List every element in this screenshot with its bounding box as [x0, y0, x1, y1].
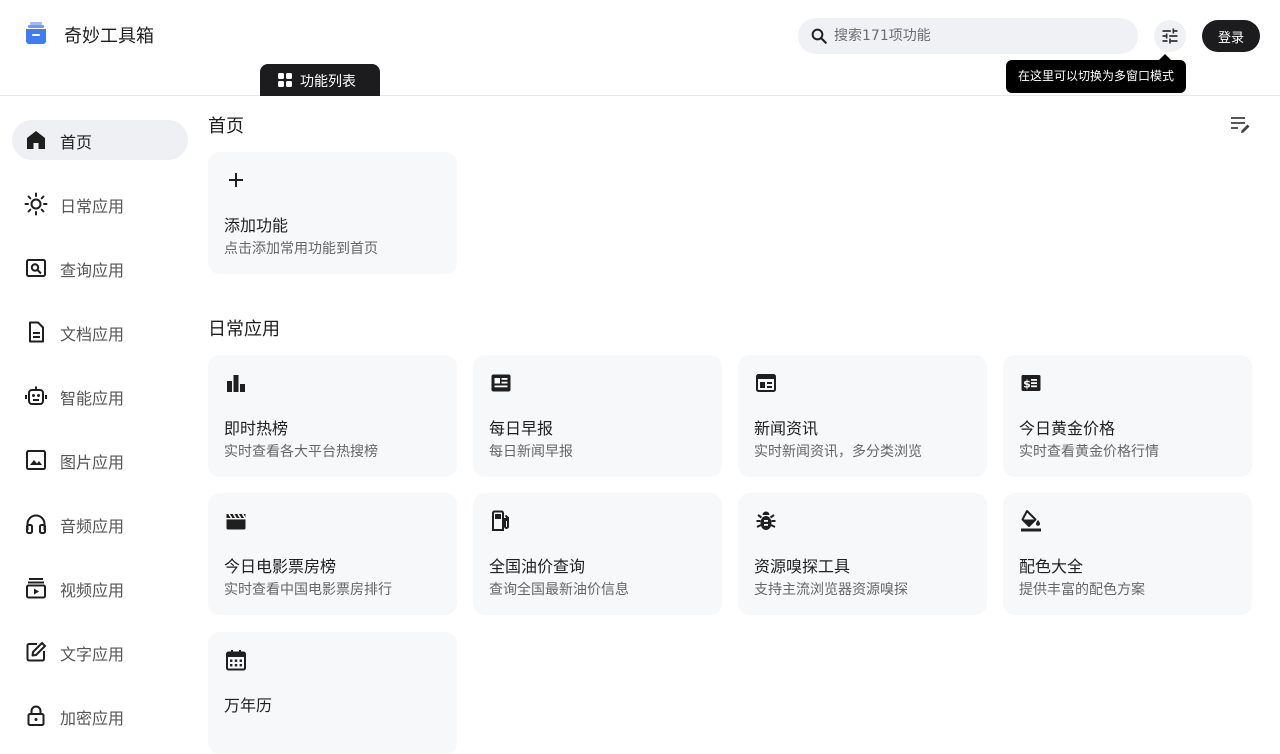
- card-desc: 查询全国最新油价信息: [489, 582, 629, 598]
- sidebar-item-image[interactable]: 图片应用: [12, 440, 188, 480]
- card-desc: 实时查看黄金价格行情: [1019, 444, 1159, 460]
- card-oil-price[interactable]: 全国油价查询 查询全国最新油价信息: [473, 493, 722, 615]
- document-icon: [29, 321, 44, 343]
- edit-list-icon[interactable]: [1228, 112, 1252, 136]
- top-header: 奇妙工具箱 登录 在这里可以切换为多窗口模式 功能列表: [0, 0, 1280, 96]
- login-button[interactable]: 登录: [1202, 20, 1260, 52]
- sidebar-item-label: 视频应用: [60, 581, 125, 600]
- card-title: 全国油价查询: [489, 557, 586, 576]
- sidebar-item-label: 智能应用: [60, 389, 125, 408]
- card-title: 今日电影票房榜: [224, 557, 337, 576]
- calendar-icon: [226, 650, 246, 671]
- sidebar-item-label: 首页: [60, 133, 93, 152]
- paint-bucket-icon: [1021, 510, 1041, 532]
- multi-window-toggle-button[interactable]: [1154, 20, 1186, 52]
- sun-icon: [24, 192, 48, 216]
- card-title: 资源嗅探工具: [754, 557, 851, 576]
- card-calendar[interactable]: 万年历: [208, 632, 457, 754]
- search-document-icon: [26, 259, 46, 277]
- bar-chart-icon: [227, 375, 245, 392]
- sidebar-item-ai[interactable]: 智能应用: [12, 376, 188, 416]
- robot-icon: [25, 386, 47, 405]
- card-morning-news[interactable]: 每日早报 每日新闻早报: [473, 355, 722, 477]
- card-resource-sniffer[interactable]: 资源嗅探工具 支持主流浏览器资源嗅探: [738, 493, 987, 615]
- grid-icon: [278, 73, 292, 87]
- card-color-palette[interactable]: 配色大全 提供丰富的配色方案: [1003, 493, 1252, 615]
- plus-icon: [229, 173, 243, 187]
- card-gold-price[interactable]: $ 今日黄金价格 实时查看黄金价格行情: [1003, 355, 1252, 477]
- gas-station-icon: [492, 510, 509, 531]
- app-logo-icon: [26, 22, 46, 44]
- image-icon: [26, 450, 46, 470]
- card-title: 添加功能: [224, 216, 289, 235]
- sidebar-item-document[interactable]: 文档应用: [12, 312, 188, 352]
- web-news-icon: [756, 374, 776, 392]
- sidebar-item-label: 音频应用: [60, 517, 125, 536]
- card-title: 即时热榜: [224, 419, 289, 438]
- edit-icon: [26, 642, 46, 662]
- card-title: 新闻资讯: [754, 419, 819, 438]
- search-input[interactable]: [834, 18, 1124, 54]
- sidebar-item-crypto[interactable]: 加密应用: [12, 696, 188, 736]
- newspaper-icon: [491, 374, 511, 392]
- card-title: 配色大全: [1019, 557, 1084, 576]
- sidebar: 首页 日常应用 查询应用 文档应用 智能应用 图片应用 音频应用 视频应用 文字…: [0, 96, 200, 728]
- main-content: 首页 添加功能 点击添加常用功能到首页 日常应用 即时热榜 实时查看各大平台热搜…: [200, 96, 1280, 754]
- money-icon: $: [1021, 375, 1041, 391]
- card-desc: 提供丰富的配色方案: [1019, 582, 1145, 598]
- card-desc: 每日新闻早报: [489, 444, 573, 460]
- sidebar-item-audio[interactable]: 音频应用: [12, 504, 188, 544]
- card-desc: 实时查看中国电影票房排行: [224, 582, 392, 598]
- add-function-card[interactable]: 添加功能 点击添加常用功能到首页: [208, 152, 457, 274]
- card-desc: 支持主流浏览器资源嗅探: [754, 582, 908, 598]
- sidebar-item-label: 图片应用: [60, 453, 125, 472]
- card-hot-list[interactable]: 即时热榜 实时查看各大平台热搜榜: [208, 355, 457, 477]
- sidebar-item-label: 文档应用: [60, 325, 125, 344]
- sidebar-item-label: 文字应用: [60, 645, 125, 664]
- card-desc: 点击添加常用功能到首页: [224, 241, 378, 257]
- sidebar-item-label: 日常应用: [60, 197, 125, 216]
- search-bar[interactable]: [798, 18, 1138, 54]
- tab-label: 功能列表: [300, 74, 356, 90]
- sidebar-item-text[interactable]: 文字应用: [12, 632, 188, 672]
- svg-text:$: $: [1023, 378, 1031, 391]
- search-icon: [811, 28, 827, 44]
- multi-window-tooltip: 在这里可以切换为多窗口模式: [1006, 54, 1186, 93]
- tab-function-list[interactable]: 功能列表: [260, 64, 380, 96]
- card-news[interactable]: 新闻资讯 实时新闻资讯，多分类浏览: [738, 355, 987, 477]
- card-title: 万年历: [224, 696, 273, 715]
- lock-icon: [27, 705, 45, 726]
- sidebar-item-label: 加密应用: [60, 709, 125, 728]
- video-icon: [26, 578, 46, 599]
- app-title: 奇妙工具箱: [64, 26, 154, 47]
- bug-icon: [756, 511, 776, 530]
- card-title: 每日早报: [489, 419, 554, 438]
- clapperboard-icon: [226, 513, 246, 530]
- card-desc: 实时新闻资讯，多分类浏览: [754, 444, 922, 460]
- card-title: 今日黄金价格: [1019, 419, 1116, 438]
- card-box-office[interactable]: 今日电影票房榜 实时查看中国电影票房排行: [208, 493, 457, 615]
- sidebar-item-home[interactable]: 首页: [12, 120, 188, 160]
- card-desc: 实时查看各大平台热搜榜: [224, 444, 378, 460]
- sidebar-item-video[interactable]: 视频应用: [12, 568, 188, 608]
- home-icon: [27, 131, 45, 149]
- sidebar-item-query[interactable]: 查询应用: [12, 248, 188, 288]
- tune-icon: [1162, 28, 1178, 44]
- sidebar-item-daily[interactable]: 日常应用: [12, 184, 188, 224]
- sidebar-item-label: 查询应用: [60, 261, 125, 280]
- headphones-icon: [26, 514, 46, 534]
- section-title-home: 首页: [208, 116, 244, 137]
- section-title-daily: 日常应用: [208, 319, 280, 340]
